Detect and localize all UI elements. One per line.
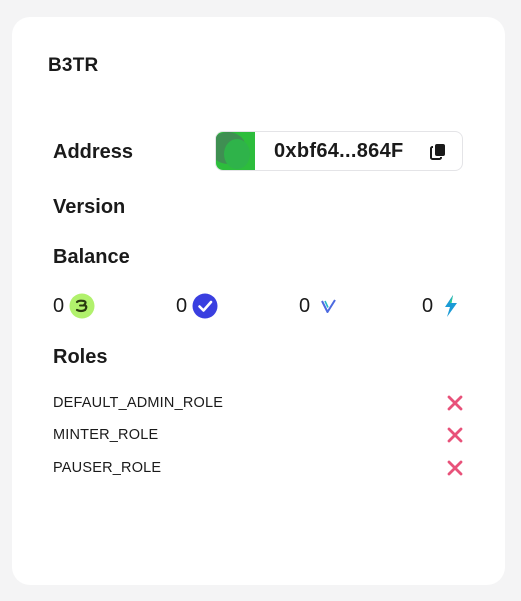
balance-value: 0 bbox=[299, 294, 311, 317]
role-row: DEFAULT_ADMIN_ROLE bbox=[53, 391, 463, 415]
role-row: PAUSER_ROLE bbox=[53, 456, 463, 480]
role-name: DEFAULT_ADMIN_ROLE bbox=[53, 395, 224, 411]
address-value: 0xbf64...864F bbox=[274, 139, 404, 162]
role-name: PAUSER_ROLE bbox=[53, 460, 162, 476]
vtho-token-icon bbox=[445, 295, 458, 317]
close-icon bbox=[447, 427, 463, 443]
close-icon bbox=[447, 395, 463, 411]
vet-token-icon bbox=[321, 299, 336, 313]
close-icon bbox=[447, 460, 463, 476]
balance-value: 0 bbox=[176, 294, 188, 317]
balance-b3tr: 0 bbox=[53, 293, 95, 319]
b3tr-token-icon bbox=[69, 293, 95, 319]
balance-value: 0 bbox=[422, 294, 434, 317]
contract-card: B3TR Address 0xbf64...864F Version Balan… bbox=[12, 17, 505, 585]
version-label: Version bbox=[53, 196, 126, 218]
balance-vet: 0 bbox=[299, 293, 341, 319]
role-name: MINTER_ROLE bbox=[53, 427, 159, 443]
copy-icon[interactable] bbox=[430, 143, 446, 160]
card-title: B3TR bbox=[48, 55, 99, 76]
roles-label: Roles bbox=[53, 346, 108, 368]
role-row: MINTER_ROLE bbox=[53, 423, 463, 447]
address-label: Address bbox=[53, 141, 134, 163]
balance-vot3: 0 bbox=[176, 293, 218, 319]
address-copy-button[interactable]: 0xbf64...864F bbox=[215, 131, 463, 171]
balance-value: 0 bbox=[53, 294, 65, 317]
address-avatar bbox=[216, 132, 255, 170]
balance-label: Balance bbox=[53, 246, 130, 268]
vot3-token-icon bbox=[192, 293, 218, 319]
balance-vtho: 0 bbox=[422, 293, 464, 319]
